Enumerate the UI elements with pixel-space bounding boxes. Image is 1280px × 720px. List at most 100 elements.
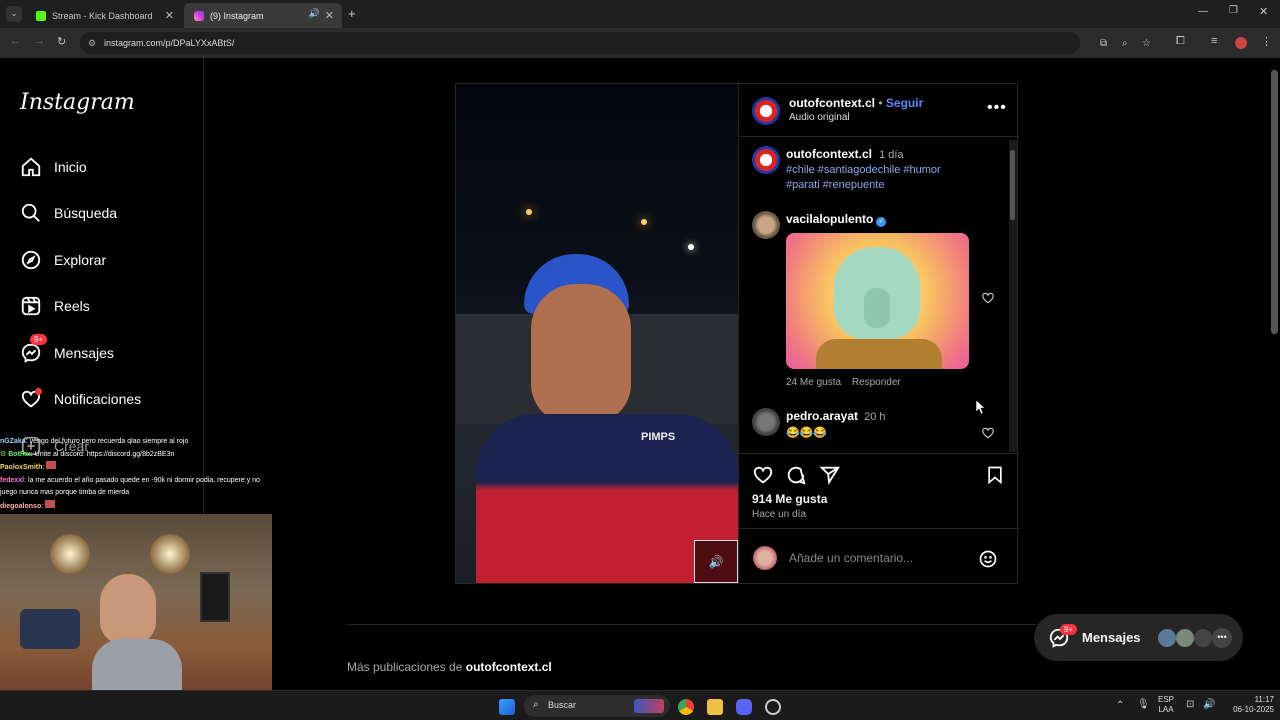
comment-username[interactable]: pedro.arayat (786, 409, 858, 423)
app-icon[interactable] (765, 699, 781, 715)
more-posts-user[interactable]: outofcontext.cl (466, 660, 552, 674)
media-control-icon[interactable]: ≡ (1211, 35, 1217, 47)
like-count[interactable]: 914 Me gusta (752, 492, 827, 506)
caption-avatar[interactable] (752, 146, 780, 174)
tray-chevron-icon[interactable]: ⌃ (1116, 700, 1124, 711)
messages-badge: 9+ (1060, 624, 1078, 635)
nav-mensajes[interactable]: 9+ Mensajes (20, 334, 114, 364)
nav-explorar[interactable]: Explorar (20, 249, 106, 271)
comment-input[interactable]: Añade un comentario... (789, 551, 913, 565)
fridge (200, 572, 230, 622)
chrome-icon[interactable] (678, 699, 694, 715)
address-bar[interactable]: ⚙ instagram.com/p/DPaLYXxABtS/ ⧉ ⌕ ☆ (80, 32, 1151, 54)
more-options-icon[interactable]: ••• (987, 99, 1007, 117)
file-explorer-icon[interactable] (707, 699, 723, 715)
discord-icon[interactable] (736, 699, 752, 715)
reply-button[interactable]: Responder (852, 377, 901, 388)
author-avatar[interactable] (752, 97, 780, 125)
couch (20, 609, 80, 649)
windows-taskbar: ⌕ Buscar ⌃ 🎙 ESP LAA ⊡ 🔊 11:17 06-10-202… (0, 690, 1280, 720)
nav-label: Reels (54, 298, 90, 314)
share-icon[interactable] (819, 464, 841, 486)
messages-pill[interactable]: 9+ Mensajes ••• (1034, 614, 1243, 661)
comment-like-heart-icon[interactable] (981, 291, 995, 305)
nav-notificaciones[interactable]: Notificaciones (20, 388, 141, 410)
caption-time: 1 día (879, 149, 904, 161)
caption-username[interactable]: outofcontext.cl (786, 147, 872, 161)
post-sidebar: outofcontext.cl • Seguir Audio original … (738, 84, 1019, 583)
comments-scrollbar[interactable] (1009, 140, 1017, 452)
bookmark-star-icon[interactable]: ☆ (1142, 38, 1151, 49)
street-light (641, 219, 647, 225)
scroll-thumb[interactable] (1010, 150, 1015, 220)
volume-icon[interactable]: 🔊 (1203, 699, 1215, 710)
audio-toggle-button[interactable]: 🔊 (694, 540, 738, 583)
commenter-avatar[interactable] (752, 408, 780, 436)
close-icon[interactable]: ✕ (325, 9, 334, 22)
audio-label[interactable]: Audio original (789, 112, 850, 123)
browser-tab-strip: ⌄ Stream - Kick Dashboard ✕ (9) Instagra… (0, 0, 1280, 28)
chat-message: diegoalonso: (0, 499, 275, 514)
man-face (531, 284, 631, 424)
close-icon[interactable]: ✕ (165, 9, 174, 22)
search-icon: ⌕ (533, 699, 539, 710)
nav-busqueda[interactable]: Búsqueda (20, 202, 117, 224)
save-bookmark-icon[interactable] (985, 464, 1005, 486)
clock[interactable]: 11:17 06-10-2025 (1222, 695, 1274, 715)
extensions-icon[interactable]: ⧠ (1176, 35, 1185, 48)
menu-icon[interactable]: ⋮ (1261, 35, 1272, 48)
comment-icon[interactable] (785, 464, 807, 486)
contact-avatar (1176, 629, 1194, 647)
instagram-icon (194, 10, 204, 21)
tab-instagram[interactable]: (9) Instagram 🔊 ✕ (184, 3, 342, 28)
emoji-icon[interactable] (978, 549, 998, 569)
chat-message: PaoloxSmith: (0, 461, 275, 475)
profile-avatar[interactable] (1235, 37, 1247, 49)
nav-inicio[interactable]: Inicio (20, 156, 87, 178)
forward-icon[interactable]: → (34, 35, 45, 47)
street-light (688, 244, 694, 250)
taskbar-search[interactable]: ⌕ Buscar (524, 695, 670, 717)
language-indicator[interactable]: ESP LAA (1158, 695, 1174, 715)
comment-likes[interactable]: 24 Me gusta (786, 377, 841, 388)
follow-button[interactable]: Seguir (886, 96, 923, 110)
zoom-icon[interactable]: ⌕ (1122, 38, 1128, 49)
caption-hashtags[interactable]: #parati #renepuente (786, 179, 884, 191)
caption: outofcontext.cl 1 día #chile #santiagode… (786, 147, 1001, 193)
install-icon[interactable]: ⧉ (1100, 38, 1107, 49)
restore-button[interactable]: ❐ (1229, 5, 1238, 16)
instagram-logo[interactable]: Instagram (20, 90, 135, 115)
minimize-button[interactable]: — (1198, 6, 1208, 17)
start-icon[interactable] (499, 699, 515, 715)
commenter-avatar[interactable] (752, 211, 780, 239)
new-tab-button[interactable]: + (348, 6, 356, 21)
speaker-icon[interactable]: 🔊 (309, 8, 320, 19)
comment-time: 20 h (864, 411, 886, 423)
reels-icon (21, 296, 41, 316)
nav-label: Explorar (54, 252, 107, 268)
comment-username[interactable]: vacilalopulento (786, 212, 873, 226)
window-close-button[interactable]: ✕ (1259, 5, 1268, 18)
search-icon (21, 203, 40, 222)
reload-icon[interactable]: ↻ (57, 35, 66, 48)
nav-reels[interactable]: Reels (20, 295, 90, 317)
stream-chat-overlay: nGZaka: vengo del futuro pero recuerda q… (0, 436, 275, 513)
site-info-icon[interactable]: ⚙ (88, 38, 96, 49)
tab-search-button[interactable]: ⌄ (6, 6, 22, 22)
page-scrollbar[interactable] (1271, 70, 1278, 334)
comment-gif-squidward[interactable] (786, 233, 969, 369)
author-username[interactable]: outofcontext.cl (789, 96, 875, 110)
caption-hashtags[interactable]: #chile #santiagodechile #humor (786, 164, 941, 176)
tab-kick[interactable]: Stream - Kick Dashboard ✕ (26, 3, 182, 28)
messenger-icon (21, 343, 41, 363)
microphone-icon[interactable]: 🎙 (1137, 699, 1150, 710)
section-divider (347, 624, 1037, 625)
post-date: Hace un día (752, 509, 806, 520)
network-icon[interactable]: ⊡ (1186, 699, 1194, 710)
nav-label: Mensajes (54, 345, 114, 361)
comment-header: pedro.arayat 20 h (786, 409, 886, 423)
like-heart-icon[interactable] (752, 464, 774, 486)
back-icon[interactable]: ← (10, 35, 21, 47)
comment-like-heart-icon[interactable] (981, 426, 995, 440)
post-video[interactable]: PIMPS 🔊 (456, 84, 738, 583)
